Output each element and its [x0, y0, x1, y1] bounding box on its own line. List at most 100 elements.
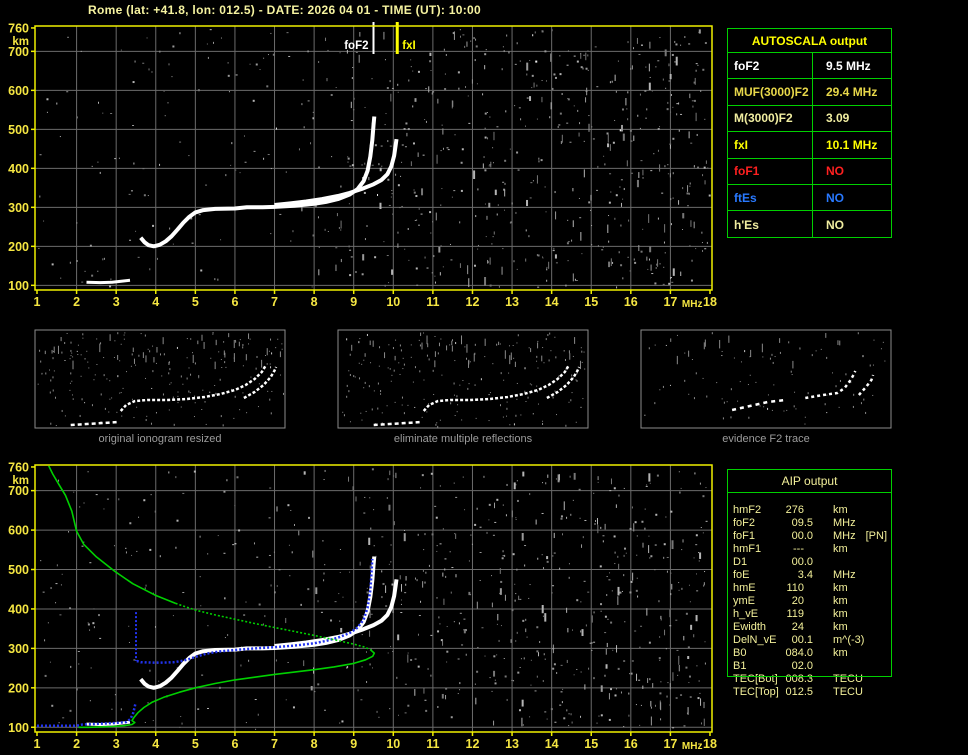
- axis-labels: 100200300400500600700760km1 2 3 4 5 6 7 8 9 10 11 1…: [8, 460, 717, 752]
- param-label: DelN_vE: [733, 634, 777, 646]
- bottom-profile-plot: 100200300400500600700760km1 2 3 4 5 6 7 8 9 10 11 1…: [8, 460, 717, 752]
- series-f-trace-o-mode: [139, 556, 377, 690]
- table-row: MUF(3000)F2 29.4 MHz: [728, 79, 891, 106]
- y-tick-label: 400: [8, 162, 29, 176]
- series-f-trace-o-mode: [139, 116, 377, 249]
- x-tick-label: 11: [426, 737, 439, 751]
- param-value: 119: [786, 608, 804, 620]
- param-label: hmF1: [733, 543, 762, 555]
- x-tick-label: 4: [152, 737, 159, 751]
- x-tick-label: 14: [545, 295, 559, 309]
- thumbnail-border: [34, 329, 286, 429]
- y-tick-label: 600: [8, 84, 29, 98]
- thumbnail-border: [640, 329, 892, 429]
- param-unit: km: [833, 504, 848, 516]
- table-row: TEC[Top] 012.5 TECU: [727, 686, 892, 699]
- param-value: 276: [785, 504, 804, 516]
- table-row: fxI 10.1 MHz: [728, 132, 891, 159]
- param-label: foF2: [733, 517, 756, 529]
- thumbnail-caption-evidence: evidence F2 trace: [722, 433, 810, 445]
- x-tick-label: 16: [624, 737, 638, 751]
- y-tick-label: 100: [8, 721, 29, 735]
- param-label: TEC[Top]: [733, 686, 779, 698]
- param-label: ymE: [733, 595, 755, 607]
- gridlines: [35, 26, 712, 290]
- thumbnail-caption-original: original ionogram resized: [98, 433, 222, 445]
- x-tick-label: 1: [34, 737, 41, 751]
- series-profile-bottomside: [78, 648, 376, 729]
- y-tick-label: 300: [8, 201, 29, 215]
- param-unit: MHz: [833, 569, 856, 581]
- param-label: TEC[Bot]: [733, 673, 778, 685]
- x-tick-label: 13: [505, 737, 519, 751]
- param-label: hmF2: [733, 504, 762, 516]
- param-value: 00.0: [791, 556, 813, 568]
- table-row: ymE 20 km: [727, 595, 892, 608]
- plot-border: [34, 25, 713, 291]
- param-value: NO: [826, 164, 844, 179]
- x-tick-label: 16: [624, 295, 638, 309]
- table-row: hmE 110 km: [727, 582, 892, 595]
- table-row: hmF2 276 km: [727, 504, 892, 517]
- param-unit: km: [833, 647, 848, 659]
- y-tick-label: 200: [8, 681, 29, 695]
- series-e-trace: [86, 278, 131, 285]
- param-value: 29.4 MHz: [826, 85, 878, 100]
- x-axis-unit: MHz: [682, 741, 703, 752]
- param-label: foF1: [728, 158, 813, 184]
- param-value: 20: [791, 595, 804, 607]
- param-label: foF1: [733, 530, 756, 542]
- param-label: Ewidth: [733, 621, 767, 633]
- y-axis-unit: km: [12, 36, 29, 48]
- y-tick-label: 500: [8, 563, 29, 577]
- autoscala-table-title: AUTOSCALA output: [728, 29, 891, 53]
- x-tick-label: 1: [34, 295, 41, 309]
- trace-series: [86, 116, 399, 285]
- x-tick-label: 14: [545, 737, 559, 751]
- param-value: 110: [786, 582, 804, 594]
- thumbnail-border: [337, 329, 589, 429]
- param-label: h'Es: [728, 211, 813, 238]
- autoscala-table-rows: foF2 9.5 MHz MUF(3000)F2 29.4 MHz M(3000)F2 3…: [728, 53, 891, 238]
- param-label: h_vE: [733, 608, 759, 620]
- param-label: foE: [733, 569, 750, 581]
- x-tick-label: 12: [466, 295, 480, 309]
- param-unit: km: [833, 582, 848, 594]
- param-value: 00.1: [791, 634, 813, 646]
- x-tick-label: 17: [663, 295, 677, 309]
- x-tick-label: 7: [271, 295, 278, 309]
- param-value: ---: [793, 543, 804, 555]
- x-tick-label: 18: [703, 737, 717, 751]
- x-tick-label: 15: [584, 295, 598, 309]
- foF2-marker-label: foF2: [344, 40, 368, 52]
- param-value: 3.09: [826, 111, 850, 126]
- y-tick-label: 600: [8, 524, 29, 538]
- param-value: 012.5: [785, 686, 813, 698]
- param-extra: [PN]: [865, 530, 888, 542]
- param-value: 02.0: [791, 660, 813, 672]
- table-row: B1 02.0: [727, 660, 892, 673]
- param-label: ftEs: [728, 184, 813, 211]
- param-unit: km: [833, 543, 848, 555]
- param-unit: m^(-3): [833, 634, 865, 646]
- y-tick-label: 300: [8, 642, 29, 656]
- param-unit: TECU: [833, 686, 863, 698]
- param-value: 3.4: [797, 569, 813, 581]
- aip-output-table: AIP output hmF2 276 km foF2 09.5 MHz foF1 00.0 M…: [727, 469, 892, 699]
- y-tick-label: 400: [8, 602, 29, 616]
- plot-border: [34, 464, 713, 733]
- noise-speckles: [38, 29, 711, 289]
- table-row: Ewidth 24 km: [727, 621, 892, 634]
- table-row: ftEs NO: [728, 184, 891, 212]
- x-tick-label: 9: [350, 737, 357, 751]
- x-tick-label: 11: [426, 295, 439, 309]
- param-label: foF2: [728, 53, 813, 79]
- param-unit: MHz: [833, 517, 856, 529]
- thumbnail-2: [640, 329, 892, 429]
- param-value: 084.0: [785, 647, 813, 659]
- x-tick-label: 3: [113, 295, 120, 309]
- noise-speckles: [40, 468, 708, 730]
- table-row: D1 00.0: [727, 556, 892, 569]
- fxI-marker-label: fxI: [402, 40, 415, 52]
- autoscala-output-table: AUTOSCALA output foF2 9.5 MHz MUF(3000)F2 2…: [727, 28, 892, 238]
